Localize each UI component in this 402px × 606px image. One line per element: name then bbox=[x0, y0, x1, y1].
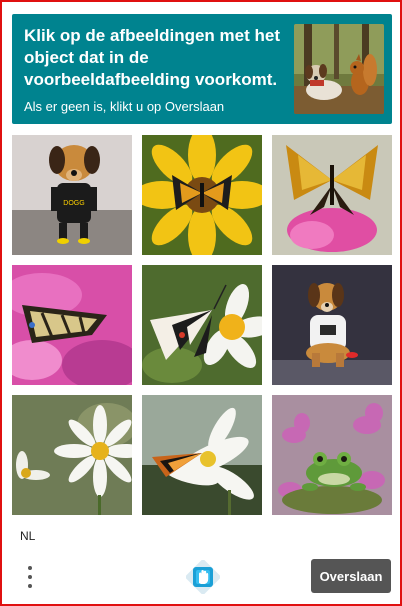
challenge-header: Klik op de afbeeldingen met het object d… bbox=[12, 14, 392, 124]
shirt-text: DOGG bbox=[63, 200, 84, 207]
image-tile-9[interactable] bbox=[272, 395, 392, 515]
skip-button[interactable]: Overslaan bbox=[311, 559, 391, 593]
captcha-challenge-frame: Klik op de afbeeldingen met het object d… bbox=[0, 0, 402, 606]
image-tile-4[interactable] bbox=[12, 265, 132, 385]
image-tile-2[interactable] bbox=[142, 135, 262, 255]
hcaptcha-hand-icon bbox=[184, 558, 222, 596]
image-tile-1[interactable]: DOGG bbox=[12, 135, 132, 255]
image-tile-3[interactable] bbox=[272, 135, 392, 255]
image-tile-5[interactable] bbox=[142, 265, 262, 385]
image-tile-8[interactable] bbox=[142, 395, 262, 515]
sample-image bbox=[294, 24, 384, 114]
challenge-instruction: Als er geen is, klikt u op Overslaan bbox=[24, 99, 225, 114]
language-indicator[interactable]: NL bbox=[20, 529, 35, 543]
image-grid: DOGG bbox=[12, 135, 394, 517]
challenge-prompt: Klik op de afbeeldingen met het object d… bbox=[24, 26, 280, 89]
image-tile-6[interactable] bbox=[272, 265, 392, 385]
vertical-dots-icon[interactable] bbox=[20, 562, 42, 592]
image-tile-7[interactable] bbox=[12, 395, 132, 515]
